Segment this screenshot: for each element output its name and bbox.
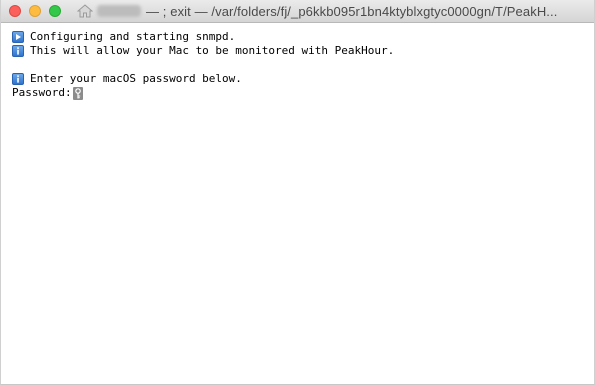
window-title: — ; exit — /var/folders/fj/_p6kkb095r1bn… [77, 0, 590, 22]
close-button[interactable] [9, 5, 21, 17]
minimize-button[interactable] [29, 5, 41, 17]
key-cursor-icon[interactable] [72, 86, 83, 100]
terminal-line-text: Enter your macOS password below. [30, 72, 242, 85]
terminal-line-text: This will allow your Mac to be monitored… [30, 44, 395, 57]
title-bar[interactable]: — ; exit — /var/folders/fj/_p6kkb095r1bn… [1, 0, 594, 23]
password-prompt-line[interactable]: Password: [12, 86, 586, 100]
terminal-line: This will allow your Mac to be monitored… [12, 44, 586, 58]
info-icon [12, 73, 24, 85]
play-icon [12, 31, 24, 43]
zoom-button[interactable] [49, 5, 61, 17]
terminal-line: Configuring and starting snmpd. [12, 30, 586, 44]
terminal-window: — ; exit — /var/folders/fj/_p6kkb095r1bn… [0, 0, 595, 385]
info-icon [12, 45, 24, 57]
home-icon [77, 4, 93, 18]
terminal-output[interactable]: Configuring and starting snmpd. This wil… [12, 30, 586, 384]
terminal-line: Enter your macOS password below. [12, 72, 586, 86]
username-redacted [97, 5, 141, 17]
window-title-text: — ; exit — /var/folders/fj/_p6kkb095r1bn… [146, 3, 558, 19]
terminal-line-text: Configuring and starting snmpd. [30, 30, 236, 43]
